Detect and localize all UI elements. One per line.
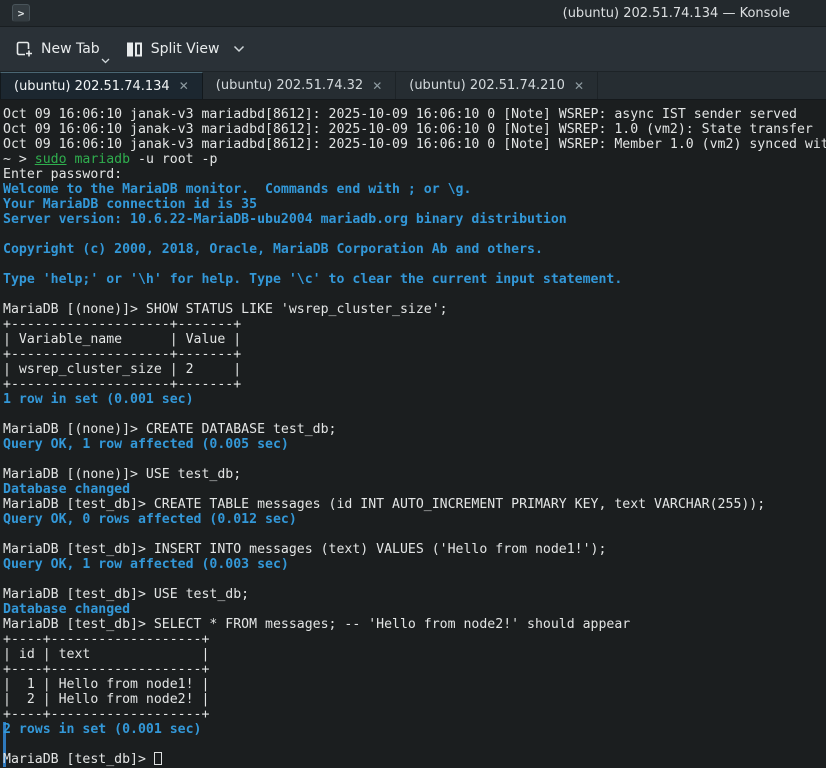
terminal-output: Oct 09 16:06:10 janak-v3 mariadbd[8612]:…: [3, 107, 826, 767]
terminal-line: [3, 737, 826, 752]
terminal-line: | Variable_name | Value |: [3, 332, 826, 347]
window-titlebar[interactable]: > (ubuntu) 202.51.74.134 — Konsole: [0, 0, 826, 27]
konsole-window: > (ubuntu) 202.51.74.134 — Konsole New T…: [0, 0, 826, 768]
terminal-line: +--------------------+-------+: [3, 347, 826, 362]
terminal-line: Type 'help;' or '\h' for help. Type '\c'…: [3, 272, 826, 287]
tab-close-icon[interactable]: ✕: [574, 80, 584, 92]
terminal-line: Server version: 10.6.22-MariaDB-ubu2004 …: [3, 212, 826, 227]
tab-label: (ubuntu) 202.51.74.134: [14, 79, 170, 94]
terminal-line: Oct 09 16:06:10 janak-v3 mariadbd[8612]:…: [3, 107, 826, 122]
terminal-cursor: [154, 752, 162, 765]
konsole-icon-glyph: >: [18, 8, 25, 19]
terminal-line: Database changed: [3, 482, 826, 497]
terminal-line: Query OK, 1 row affected (0.005 sec): [3, 437, 826, 452]
terminal-line: MariaDB [(none)]> CREATE DATABASE test_d…: [3, 422, 826, 437]
split-view-label: Split View: [151, 41, 220, 57]
main-toolbar: New Tab Split View: [0, 27, 826, 72]
terminal-line: Database changed: [3, 602, 826, 617]
terminal-line: +--------------------+-------+: [3, 317, 826, 332]
terminal-line: MariaDB [test_db]> INSERT INTO messages …: [3, 542, 826, 557]
terminal-line: [3, 572, 826, 587]
terminal-line: [3, 257, 826, 272]
terminal-line: MariaDB [(none)]> SHOW STATUS LIKE 'wsre…: [3, 302, 826, 317]
terminal-line: Oct 09 16:06:10 janak-v3 mariadbd[8612]:…: [3, 137, 826, 152]
terminal-line: 1 row in set (0.001 sec): [3, 392, 826, 407]
terminal-line: Query OK, 0 rows affected (0.012 sec): [3, 512, 826, 527]
tab-bar: (ubuntu) 202.51.74.134✕(ubuntu) 202.51.7…: [0, 72, 826, 100]
new-tab-label: New Tab: [41, 41, 100, 57]
split-view-dropdown-chevron-icon[interactable]: [233, 45, 245, 53]
terminal-line: Enter password:: [3, 167, 826, 182]
terminal-line: | id | text |: [3, 647, 826, 662]
terminal-line: ~ > sudo mariadb -u root -p: [3, 152, 826, 167]
terminal-line: | 1 | Hello from node1! |: [3, 677, 826, 692]
terminal-line: +--------------------+-------+: [3, 377, 826, 392]
terminal-line: Oct 09 16:06:10 janak-v3 mariadbd[8612]:…: [3, 122, 826, 137]
terminal-line: Copyright (c) 2000, 2018, Oracle, MariaD…: [3, 242, 826, 257]
session-tab-3[interactable]: (ubuntu) 202.51.74.210 ✕: [396, 72, 598, 99]
terminal-line: [3, 527, 826, 542]
terminal-line: MariaDB [test_db]>: [3, 752, 826, 767]
terminal-line: Welcome to the MariaDB monitor. Commands…: [3, 182, 826, 197]
terminal-line: [3, 287, 826, 302]
session-tab-2[interactable]: (ubuntu) 202.51.74.32 ✕: [203, 72, 396, 99]
new-tab-button[interactable]: New Tab: [10, 37, 106, 62]
terminal-line: +----+-------------------+: [3, 632, 826, 647]
terminal-line: [3, 227, 826, 242]
terminal-line: [3, 407, 826, 422]
window-title: (ubuntu) 202.51.74.134 — Konsole: [30, 6, 790, 21]
terminal-line: MariaDB [test_db]> USE test_db;: [3, 587, 826, 602]
terminal-line: MariaDB [test_db]> CREATE TABLE messages…: [3, 497, 826, 512]
terminal-viewport[interactable]: Oct 09 16:06:10 janak-v3 mariadbd[8612]:…: [0, 100, 826, 768]
terminal-line: +----+-------------------+: [3, 707, 826, 722]
new-tab-dropdown-chevron-icon[interactable]: [101, 58, 110, 64]
terminal-line: | wsrep_cluster_size | 2 |: [3, 362, 826, 377]
session-tab-1[interactable]: (ubuntu) 202.51.74.134 ✕: [0, 72, 203, 99]
terminal-line: MariaDB [(none)]> USE test_db;: [3, 467, 826, 482]
terminal-line: +----+-------------------+: [3, 662, 826, 677]
terminal-line: 2 rows in set (0.001 sec): [3, 722, 826, 737]
split-view-icon: [126, 41, 143, 58]
split-view-button[interactable]: Split View: [120, 37, 252, 62]
tab-close-icon[interactable]: ✕: [372, 80, 382, 92]
tab-label: (ubuntu) 202.51.74.210: [409, 78, 565, 93]
konsole-app-icon: >: [12, 4, 30, 22]
tab-label: (ubuntu) 202.51.74.32: [216, 78, 363, 93]
new-tab-icon: [16, 41, 33, 58]
tab-close-icon[interactable]: ✕: [179, 80, 189, 92]
terminal-line: [3, 452, 826, 467]
terminal-line: Query OK, 1 row affected (0.003 sec): [3, 557, 826, 572]
terminal-line: Your MariaDB connection id is 35: [3, 197, 826, 212]
terminal-line: | 2 | Hello from node2! |: [3, 692, 826, 707]
terminal-line: MariaDB [test_db]> SELECT * FROM message…: [3, 617, 826, 632]
